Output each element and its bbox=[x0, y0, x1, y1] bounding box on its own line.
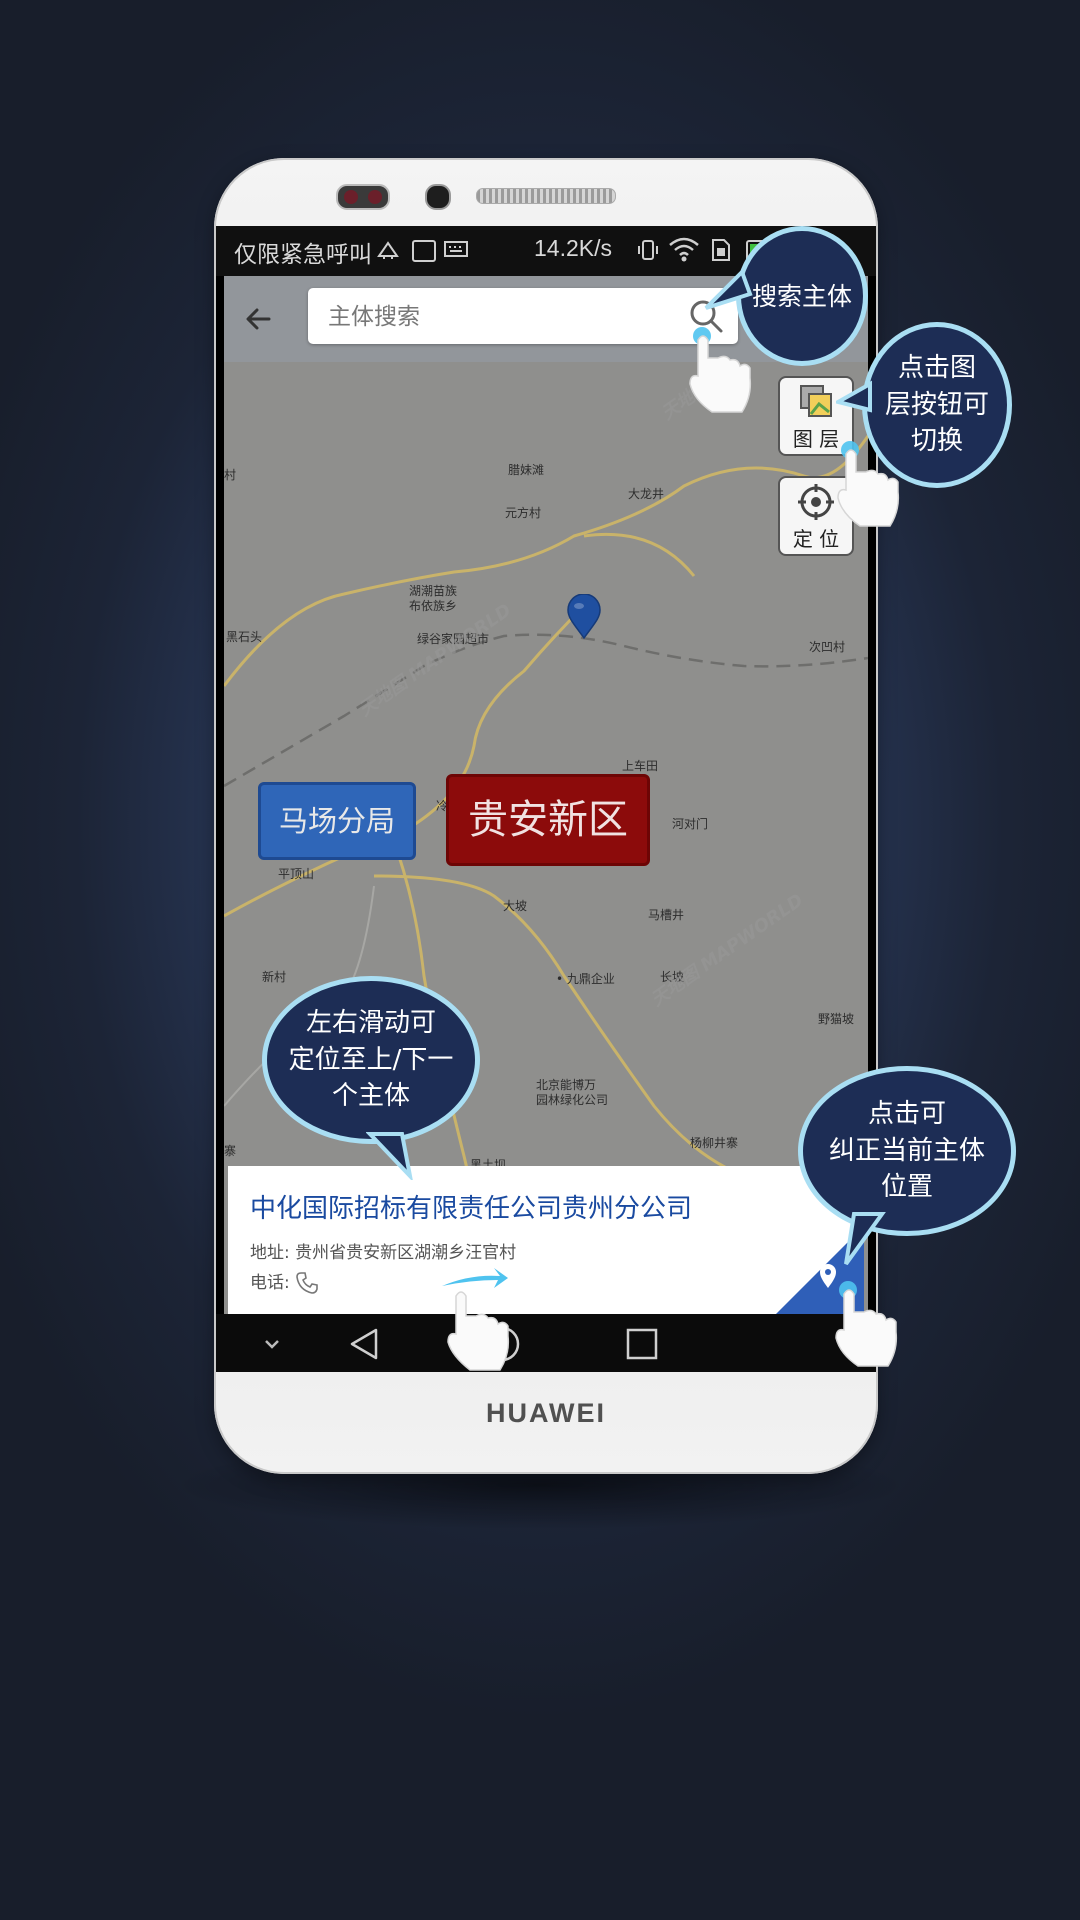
map-place-label: 大坡 bbox=[503, 899, 528, 913]
back-arrow-icon[interactable] bbox=[236, 296, 282, 342]
map-place-label: 次凹村 bbox=[809, 640, 846, 654]
notification-icon bbox=[377, 241, 399, 259]
swipe-hand-icon bbox=[447, 1291, 510, 1371]
map-place-label: 上车田 bbox=[622, 759, 659, 773]
map-place-label: 黑石头 bbox=[226, 630, 263, 644]
company-name: 中化国际招标有限责任公司贵州分公司 bbox=[250, 1194, 693, 1224]
earpiece-speaker bbox=[476, 188, 616, 204]
map-place-label: 野猫坡 bbox=[818, 1012, 855, 1026]
search-input[interactable] bbox=[308, 288, 690, 346]
layers-callout-tail bbox=[836, 380, 872, 413]
map-place-label: 平顶山 bbox=[278, 867, 315, 881]
swipe-callout-tail bbox=[366, 1132, 413, 1180]
tap-hand-icon bbox=[835, 1281, 898, 1367]
network-speed: 14.2K/s bbox=[534, 235, 612, 261]
phone-screen: 仅限紧急呼叫 14.2K/s 腊妹滩 大龙井 元方村 湖潮苗族 布依族乡 绿谷家… bbox=[216, 226, 876, 1372]
map-pin-icon[interactable] bbox=[566, 594, 602, 640]
map-place-label: 大龙井 bbox=[628, 487, 665, 501]
front-camera-icon bbox=[336, 184, 390, 210]
search-field[interactable] bbox=[308, 288, 738, 346]
map-place-label: 新村 bbox=[262, 970, 287, 984]
swipe-callout-line: 左右滑动可 bbox=[305, 1008, 436, 1039]
map-place-label: 园林绿化公司 bbox=[536, 1093, 609, 1107]
map-view[interactable]: 腊妹滩 大龙井 元方村 湖潮苗族 布依族乡 绿谷家园超市 黑石头 次凹村 上车田… bbox=[224, 276, 868, 1314]
back-triangle-icon[interactable] bbox=[344, 1322, 388, 1366]
navigation-bar bbox=[216, 1314, 876, 1372]
info-card[interactable]: 中化国际招标有限责任公司贵州分公司 地址: 贵州省贵安新区湖潮乡汪官村 电话: bbox=[228, 1166, 864, 1314]
sensor-icon bbox=[425, 184, 451, 210]
search-callout-tail bbox=[704, 268, 753, 310]
map-place-label: 马槽井 bbox=[648, 908, 685, 922]
swipe-callout: 左右滑动可 定位至上/下一 个主体 bbox=[262, 976, 480, 1144]
tap-hand-icon bbox=[837, 441, 900, 527]
map-place-label: 布依族乡 bbox=[409, 599, 458, 613]
vibrate-icon bbox=[638, 240, 658, 260]
sim-icon bbox=[712, 239, 730, 261]
address-label: 地址: bbox=[250, 1243, 290, 1263]
layers-icon bbox=[800, 385, 832, 417]
tap-hand-icon bbox=[689, 327, 752, 413]
layers-callout-line: 层按钮可 bbox=[884, 389, 989, 420]
map-place-label: 腊妹滩 bbox=[508, 463, 545, 477]
chevron-down-icon[interactable] bbox=[250, 1322, 294, 1366]
wifi-icon bbox=[669, 237, 699, 262]
map-place-label: • 九鼎企业 bbox=[556, 972, 615, 986]
map-place-label: 河对门 bbox=[672, 817, 709, 831]
map-place-label: 村 bbox=[224, 468, 237, 482]
device-brand: HUAWEI bbox=[486, 1398, 606, 1428]
search-callout-text: 搜索主体 bbox=[751, 281, 852, 311]
map-place-label: 元方村 bbox=[505, 506, 542, 520]
map-place-label: 杨柳井寨 bbox=[690, 1136, 739, 1150]
map-place-label: 寨 bbox=[224, 1144, 237, 1158]
carrier-text: 仅限紧急呼叫 bbox=[234, 242, 372, 268]
correct-callout-line: 纠正当前主体 bbox=[828, 1135, 985, 1166]
swipe-callout-line: 定位至上/下一 bbox=[288, 1044, 454, 1075]
phone-label: 电话: bbox=[250, 1273, 290, 1293]
image-icon bbox=[412, 240, 436, 262]
recents-square-icon[interactable] bbox=[620, 1322, 664, 1366]
phone-icon[interactable] bbox=[295, 1271, 319, 1295]
branch-badge[interactable]: 马场分局 bbox=[258, 782, 416, 860]
layers-callout-line: 点击图 bbox=[897, 353, 976, 384]
correct-callout-line: 位置 bbox=[880, 1172, 933, 1203]
locate-icon bbox=[798, 484, 834, 520]
address-row: 地址: 贵州省贵安新区湖潮乡汪官村 bbox=[250, 1238, 516, 1263]
keyboard-icon bbox=[444, 241, 468, 257]
correct-callout: 点击可 纠正当前主体 位置 bbox=[798, 1066, 1016, 1236]
phone-row: 电话: bbox=[250, 1268, 319, 1295]
address-value: 贵州省贵安新区湖潮乡汪官村 bbox=[295, 1243, 517, 1263]
swipe-callout-line: 个主体 bbox=[331, 1081, 410, 1112]
correct-callout-tail bbox=[844, 1212, 886, 1266]
district-badge[interactable]: 贵安新区 bbox=[446, 774, 650, 866]
correct-callout-line: 点击可 bbox=[867, 1099, 946, 1130]
